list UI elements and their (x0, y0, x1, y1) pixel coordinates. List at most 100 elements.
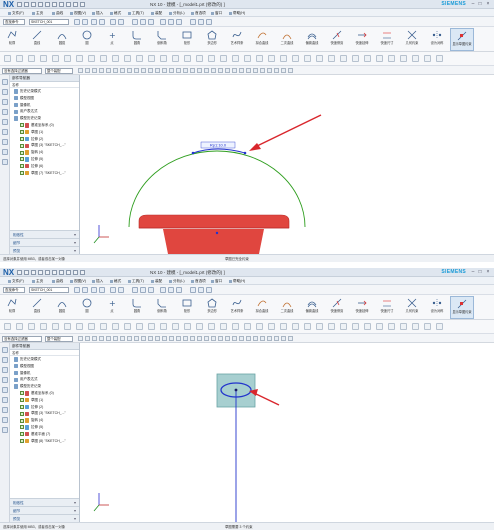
selection-filter-select[interactable]: 没有选择过滤器 (2, 67, 42, 74)
snap-icon[interactable] (99, 336, 104, 341)
toolbar-icon[interactable] (190, 287, 196, 293)
quick-access-icon[interactable] (24, 270, 29, 275)
toolbar-icon[interactable] (304, 55, 311, 62)
menu-item[interactable]: 首选项 (191, 9, 206, 17)
resource-tab-icon[interactable] (2, 367, 8, 373)
resource-tab-icon[interactable] (2, 159, 8, 165)
menu-item[interactable]: 首选项 (191, 277, 206, 285)
toolbar-icon[interactable] (91, 287, 97, 293)
visibility-checkbox[interactable] (20, 170, 24, 175)
minimize-icon[interactable]: – (470, 270, 476, 275)
toolbar-icon[interactable] (412, 323, 419, 330)
snap-icon[interactable] (85, 336, 90, 341)
snap-icon[interactable] (253, 336, 258, 341)
toolbar-icon[interactable] (364, 323, 371, 330)
toolbar-icon[interactable] (340, 55, 347, 62)
ribbon-trim-button[interactable]: 快速修剪 (325, 28, 349, 51)
menu-item[interactable]: 分析(L) (169, 9, 185, 17)
toolbar-icon[interactable] (232, 55, 239, 62)
visibility-checkbox[interactable] (20, 143, 24, 148)
toolbar-icon[interactable] (244, 55, 251, 62)
resource-tab-icon[interactable] (2, 109, 8, 115)
snap-icon[interactable] (253, 68, 258, 73)
toolbar-icon[interactable] (64, 55, 71, 62)
toolbar-icon[interactable] (28, 55, 35, 62)
ribbon-rectangle-button[interactable]: 矩形 (175, 28, 199, 51)
menu-item[interactable]: 曲线 (52, 9, 63, 17)
navigator-node[interactable]: 用户表达式 (10, 376, 79, 383)
snap-icon[interactable] (267, 336, 272, 341)
menu-item[interactable]: 工具(T) (128, 277, 144, 285)
snap-icon[interactable] (190, 336, 195, 341)
resource-tab-icon[interactable] (2, 377, 8, 383)
snap-icon[interactable] (274, 68, 279, 73)
command-finder[interactable]: 查找命令 (3, 19, 25, 25)
toolbar-icon[interactable] (208, 55, 215, 62)
snap-icon[interactable] (288, 68, 293, 73)
resource-tab-icon[interactable] (2, 397, 8, 403)
menu-item[interactable]: 帮助(H) (229, 9, 245, 17)
ribbon-show-constraints-button[interactable]: 显示草图约束 (450, 28, 474, 51)
ribbon-point-button[interactable]: + 点 (100, 28, 124, 51)
snap-icon[interactable] (92, 68, 97, 73)
scope-select[interactable]: 整个装配 (45, 335, 73, 342)
snap-icon[interactable] (183, 68, 188, 73)
toolbar-icon[interactable] (436, 323, 443, 330)
resource-tab-icon[interactable] (2, 119, 8, 125)
snap-icon[interactable] (183, 336, 188, 341)
toolbar-icon[interactable] (400, 55, 407, 62)
navigator-node[interactable]: 历史记录模式 (10, 88, 79, 95)
navigator-node[interactable]: 模型历史记录 (10, 115, 79, 122)
quick-access-icon[interactable] (45, 270, 50, 275)
toolbar-icon[interactable] (412, 55, 419, 62)
quick-access-icon[interactable] (24, 2, 29, 7)
toolbar-icon[interactable] (184, 55, 191, 62)
toolbar-icon[interactable] (112, 55, 119, 62)
toolbar-icon[interactable] (198, 19, 204, 25)
snap-icon[interactable] (246, 68, 251, 73)
snap-icon[interactable] (281, 68, 286, 73)
snap-icon[interactable] (106, 336, 111, 341)
quick-access-icon[interactable] (38, 270, 43, 275)
navigator-node[interactable]: 摄像机 (10, 102, 79, 109)
snap-icon[interactable] (260, 68, 265, 73)
menu-item[interactable]: 帮助(H) (229, 277, 245, 285)
visibility-checkbox[interactable] (20, 157, 24, 162)
ribbon-fillet-button[interactable]: 圆角 (125, 28, 149, 51)
toolbar-icon[interactable] (52, 55, 59, 62)
selection-filter-select[interactable]: 没有选择过滤器 (2, 335, 42, 342)
toolbar-icon[interactable] (40, 55, 47, 62)
snap-icon[interactable] (148, 336, 153, 341)
ribbon-line-button[interactable]: 直线 (25, 28, 49, 51)
toolbar-icon[interactable] (99, 19, 105, 25)
ribbon-dimension-button[interactable]: 快速尺寸 (375, 296, 399, 319)
ribbon-chamfer-button[interactable]: 倒斜角 (150, 28, 174, 51)
toolbar-icon[interactable] (328, 323, 335, 330)
navigator-node[interactable]: 基准平面 (7) (10, 431, 79, 438)
toolbar-icon[interactable] (190, 19, 196, 25)
snap-icon[interactable] (127, 336, 132, 341)
toolbar-icon[interactable] (364, 55, 371, 62)
toolbar-icon[interactable] (436, 55, 443, 62)
navigator-node[interactable]: 拉伸 (5) (10, 424, 79, 431)
toolbar-icon[interactable] (118, 19, 124, 25)
menu-item[interactable]: 视图(V) (70, 277, 86, 285)
ribbon-fit-curve-button[interactable]: 拟合曲线 (250, 296, 274, 319)
snap-icon[interactable] (127, 68, 132, 73)
ribbon-arc-button[interactable]: 圆弧 (50, 28, 74, 51)
ribbon-point-button[interactable]: + 点 (100, 296, 124, 319)
toolbar-icon[interactable] (328, 55, 335, 62)
quick-access-icon[interactable] (73, 270, 78, 275)
toolbar-icon[interactable] (172, 323, 179, 330)
snap-icon[interactable] (113, 68, 118, 73)
navigator-node[interactable]: 拉伸 (5) (10, 156, 79, 163)
toolbar-icon[interactable] (172, 55, 179, 62)
resource-tab-icon[interactable] (2, 407, 8, 413)
navigator-node[interactable]: 草图 (8) "SKETCH_..." (10, 438, 79, 445)
snap-icon[interactable] (232, 336, 237, 341)
navigator-node[interactable]: 用户表达式 (10, 108, 79, 115)
snap-icon[interactable] (239, 336, 244, 341)
toolbar-icon[interactable] (110, 19, 116, 25)
snap-icon[interactable] (246, 336, 251, 341)
graphics-viewport[interactable] (81, 343, 494, 522)
